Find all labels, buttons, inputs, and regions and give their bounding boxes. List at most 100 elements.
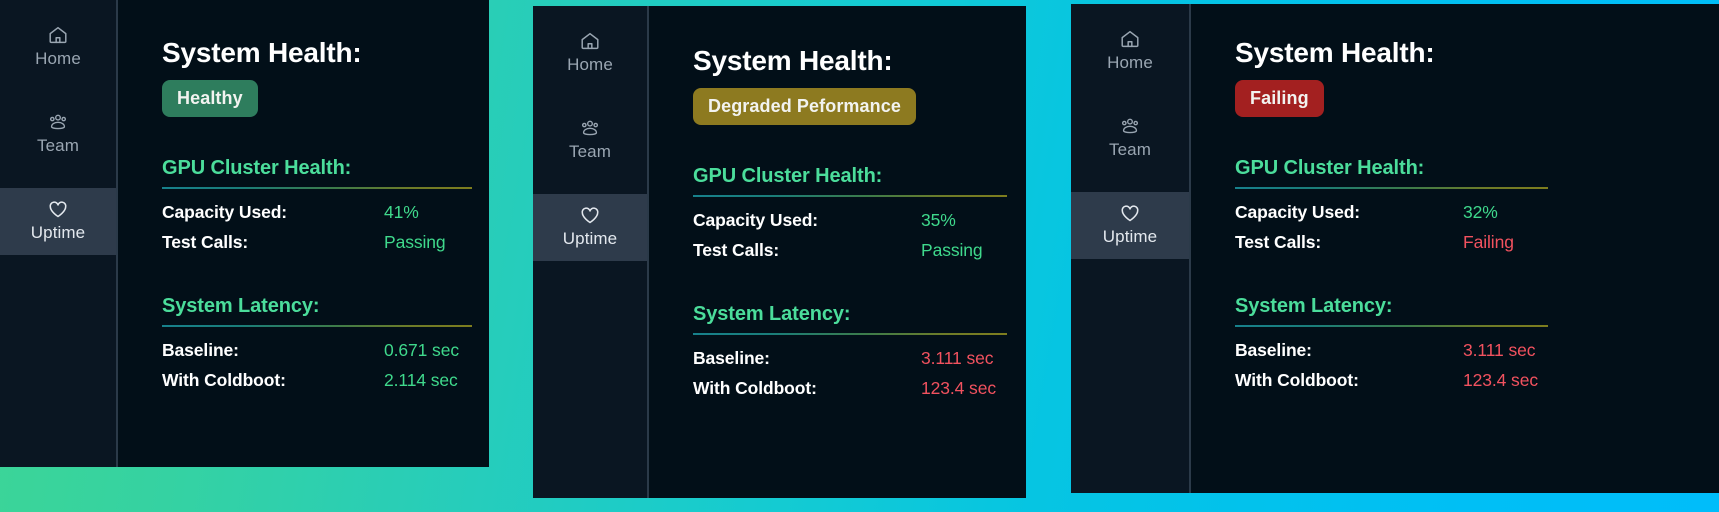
metric-row: With Coldboot: 2.114 sec	[162, 370, 473, 391]
section-heading: GPU Cluster Health:	[162, 157, 473, 180]
metric-value: 0.671 sec	[384, 340, 459, 361]
sidebar-spacer	[533, 174, 647, 194]
section-system-latency: System Latency: Baseline: 3.111 sec With…	[1235, 295, 1703, 391]
team-icon	[47, 111, 69, 133]
sidebar-item-label: Uptime	[563, 229, 617, 249]
metric-label: Capacity Used:	[162, 202, 384, 223]
metric-row: Capacity Used: 32%	[1235, 202, 1703, 223]
sidebar-item-label: Home	[567, 55, 613, 75]
home-icon	[1119, 28, 1141, 50]
section-divider	[162, 187, 472, 189]
section-divider	[162, 325, 472, 327]
metric-value: 35%	[921, 210, 956, 231]
metric-row: Test Calls: Passing	[162, 232, 473, 253]
metric-value: 123.4 sec	[921, 378, 996, 399]
sidebar: Home Team Uptime	[533, 6, 649, 498]
metric-value: Passing	[384, 232, 446, 253]
sidebar-item-label: Home	[35, 49, 81, 69]
section-heading: System Latency:	[693, 303, 1010, 326]
section-heading: GPU Cluster Health:	[1235, 157, 1703, 180]
dashboard-panel: Home Team Uptime System Health: Failing	[1071, 4, 1719, 493]
metric-value: Passing	[921, 240, 983, 261]
heart-icon	[1119, 202, 1141, 224]
dashboard-stage: Home Team Uptime System Health: Healthy	[0, 0, 1719, 512]
section-system-latency: System Latency: Baseline: 0.671 sec With…	[162, 295, 473, 391]
section-heading: GPU Cluster Health:	[693, 165, 1010, 188]
sidebar-item-home[interactable]: Home	[0, 14, 116, 81]
metric-value: 3.111 sec	[1463, 340, 1535, 361]
sidebar-item-uptime[interactable]: Uptime	[533, 194, 647, 261]
metric-row: With Coldboot: 123.4 sec	[1235, 370, 1703, 391]
sidebar-item-label: Team	[1109, 140, 1151, 160]
metric-row: Test Calls: Passing	[693, 240, 1010, 261]
section-gpu-cluster-health: GPU Cluster Health: Capacity Used: 35% T…	[693, 165, 1010, 261]
section-system-latency: System Latency: Baseline: 3.111 sec With…	[693, 303, 1010, 399]
metric-label: Baseline:	[162, 340, 384, 361]
sidebar-spacer	[1071, 85, 1189, 105]
sidebar-spacer	[0, 81, 116, 101]
metric-label: Test Calls:	[162, 232, 384, 253]
sidebar-item-team[interactable]: Team	[1071, 105, 1189, 172]
sidebar-item-home[interactable]: Home	[533, 20, 647, 87]
sidebar-item-team[interactable]: Team	[0, 101, 116, 168]
panel-content: System Health: Degraded Peformance GPU C…	[649, 6, 1026, 498]
dashboard-panel: Home Team Uptime System Health: Healthy	[0, 0, 489, 467]
metric-value: 32%	[1463, 202, 1498, 223]
panel-content: System Health: Healthy GPU Cluster Healt…	[118, 0, 489, 467]
sidebar-item-label: Home	[1107, 53, 1153, 73]
metric-label: Test Calls:	[1235, 232, 1463, 253]
section-heading: System Latency:	[162, 295, 473, 318]
metric-row: Capacity Used: 35%	[693, 210, 1010, 231]
sidebar-item-label: Uptime	[1103, 227, 1157, 247]
home-icon	[579, 30, 601, 52]
metric-row: With Coldboot: 123.4 sec	[693, 378, 1010, 399]
metric-value: 123.4 sec	[1463, 370, 1538, 391]
team-icon	[1119, 115, 1141, 137]
sidebar-item-uptime[interactable]: Uptime	[0, 188, 116, 255]
section-heading: System Latency:	[1235, 295, 1703, 318]
section-divider	[1235, 325, 1548, 327]
metric-value: 3.111 sec	[921, 348, 993, 369]
sidebar-item-label: Team	[569, 142, 611, 162]
dashboard-panel: Home Team Uptime System Health: Degraded…	[533, 6, 1026, 498]
metric-value: Failing	[1463, 232, 1514, 253]
metric-label: Capacity Used:	[1235, 202, 1463, 223]
sidebar-item-team[interactable]: Team	[533, 107, 647, 174]
section-divider	[693, 195, 1007, 197]
sidebar-item-uptime[interactable]: Uptime	[1071, 192, 1189, 259]
section-divider	[693, 333, 1007, 335]
metric-value: 41%	[384, 202, 419, 223]
metric-row: Baseline: 0.671 sec	[162, 340, 473, 361]
heart-icon	[47, 198, 69, 220]
sidebar-item-home[interactable]: Home	[1071, 18, 1189, 85]
sidebar-item-label: Uptime	[31, 223, 85, 243]
metric-label: With Coldboot:	[162, 370, 384, 391]
metric-value: 2.114 sec	[384, 370, 458, 391]
section-gpu-cluster-health: GPU Cluster Health: Capacity Used: 32% T…	[1235, 157, 1703, 253]
page-title: System Health:	[1235, 38, 1703, 67]
metric-label: Baseline:	[1235, 340, 1463, 361]
page-title: System Health:	[162, 38, 473, 67]
sidebar: Home Team Uptime	[1071, 4, 1191, 493]
sidebar-spacer	[1071, 172, 1189, 192]
sidebar-item-label: Team	[37, 136, 79, 156]
sidebar-spacer	[0, 168, 116, 188]
team-icon	[579, 117, 601, 139]
heart-icon	[579, 204, 601, 226]
metric-label: Capacity Used:	[693, 210, 921, 231]
section-gpu-cluster-health: GPU Cluster Health: Capacity Used: 41% T…	[162, 157, 473, 253]
panel-content: System Health: Failing GPU Cluster Healt…	[1191, 4, 1719, 493]
home-icon	[47, 24, 69, 46]
page-title: System Health:	[693, 46, 1010, 75]
section-divider	[1235, 187, 1548, 189]
metric-label: Test Calls:	[693, 240, 921, 261]
sidebar: Home Team Uptime	[0, 0, 118, 467]
status-badge: Failing	[1235, 80, 1324, 117]
metric-row: Test Calls: Failing	[1235, 232, 1703, 253]
metric-row: Baseline: 3.111 sec	[1235, 340, 1703, 361]
metric-label: With Coldboot:	[1235, 370, 1463, 391]
sidebar-spacer	[533, 87, 647, 107]
metric-label: Baseline:	[693, 348, 921, 369]
metric-label: With Coldboot:	[693, 378, 921, 399]
metric-row: Baseline: 3.111 sec	[693, 348, 1010, 369]
